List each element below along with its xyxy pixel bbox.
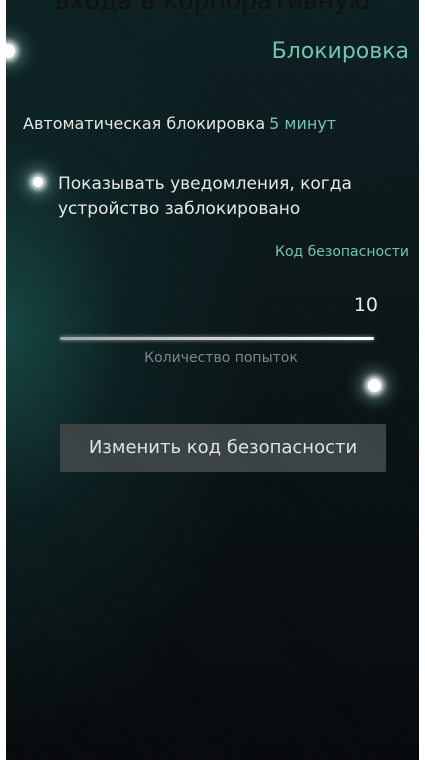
slider-label: Количество попыток [144, 350, 298, 366]
top-banner-text: входа в корпоративную [55, 0, 370, 15]
auto-lock-combobox[interactable]: Автоматическая блокировка 5 минут [23, 114, 336, 133]
attempts-slider[interactable]: 10 Количество попыток [56, 290, 386, 392]
security-code-section-header: Код безопасности [275, 244, 409, 260]
change-security-code-button[interactable]: Изменить код безопасности [60, 424, 386, 472]
show-notifications-switch[interactable] [21, 168, 53, 200]
slider-fill [60, 337, 374, 340]
back-navigation-indicator-icon[interactable] [6, 44, 15, 58]
switch-on-indicator-icon [33, 177, 43, 187]
auto-lock-value: 5 минут [269, 114, 337, 133]
screenshot: входа в корпоративную Блокировка Автомат… [0, 0, 425, 760]
page-title: Блокировка [271, 39, 409, 64]
slider-handle[interactable] [368, 379, 381, 392]
auto-lock-label: Автоматическая блокировка [23, 114, 266, 133]
slider-track[interactable] [60, 337, 381, 392]
slider-value: 10 [353, 294, 378, 316]
settings-page: Блокировка Автоматическая блокировка 5 ми… [6, 0, 419, 760]
show-notifications-label[interactable]: Показывать уведомления, когда устройство… [58, 172, 408, 222]
